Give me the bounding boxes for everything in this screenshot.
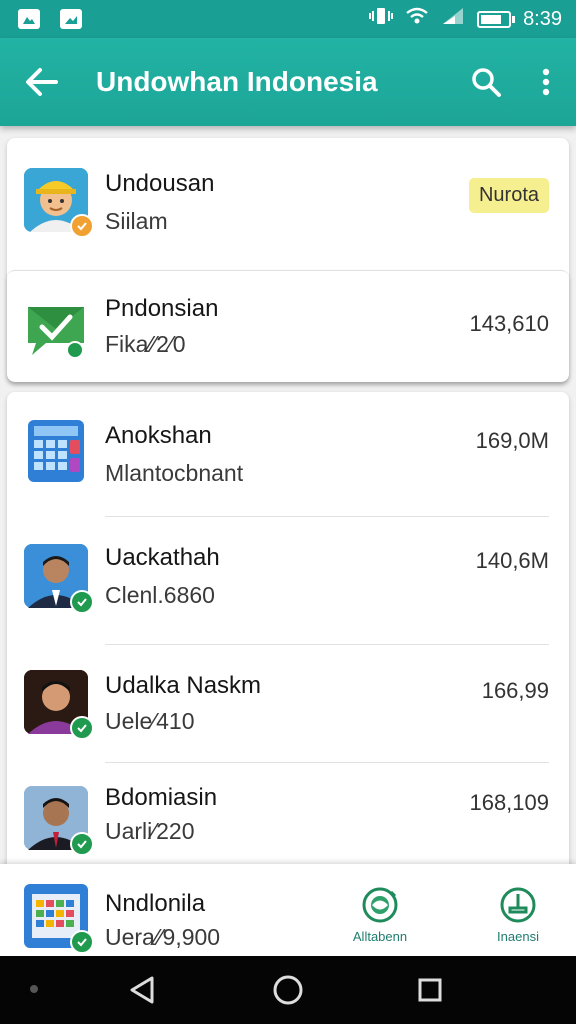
person-avatar: [24, 786, 94, 856]
system-nav-bar: [0, 956, 576, 1024]
list-card: Anokshan Mlantocbnant 169,0M Uackathah C…: [7, 392, 569, 864]
check-badge: [66, 341, 84, 359]
item-name: Udalka Naskm: [105, 672, 262, 699]
item-value: 166,99: [481, 678, 549, 703]
bottom-bar: Nndlonila Uera⁄⁄9,900 Alltabenn Inaensi: [0, 864, 576, 956]
bottom-action-2[interactable]: Inaensi: [480, 886, 556, 944]
bottom-item-subtitle: Uera⁄⁄9,900: [105, 924, 221, 950]
calendar-grid-icon: [24, 884, 94, 954]
circle-home-icon: [273, 975, 303, 1005]
item-list: Undousan Siilam Nurota Pndonsian Fika⁄⁄2…: [0, 126, 576, 864]
stand-icon: [500, 887, 536, 923]
message-check-icon: [24, 297, 88, 361]
item-subtitle: Mlantocbnant: [105, 460, 244, 486]
nav-recents-button[interactable]: [412, 972, 448, 1013]
item-subtitle: Uele⁄410: [105, 708, 195, 734]
image-icon: [18, 9, 40, 29]
status-tag: Nurota: [468, 178, 549, 213]
status-badge: [70, 214, 94, 238]
photo-icon: [60, 9, 82, 29]
worker-avatar: [24, 168, 94, 238]
signal-icon: [441, 6, 465, 32]
item-name: Undousan: [105, 170, 215, 197]
back-button[interactable]: [0, 38, 84, 126]
back-arrow-icon: [26, 68, 58, 96]
item-value: 143,610: [469, 311, 549, 336]
page-title: Undowhan Indonesia: [96, 66, 378, 97]
item-value: 168,109: [469, 790, 549, 815]
search-button[interactable]: [456, 38, 516, 126]
battery-icon: [477, 10, 516, 28]
list-item[interactable]: Bdomiasin Uarli⁄220 168,109: [7, 762, 569, 864]
bottom-item-name: Nndlonila: [105, 890, 206, 917]
verified-badge: [70, 832, 94, 856]
item-value: 169,0M: [475, 428, 549, 453]
item-subtitle: Clenl.6860: [105, 582, 215, 608]
bottom-action-label: Inaensi: [497, 929, 539, 944]
calculator-icon: [24, 418, 88, 482]
list-item[interactable]: Uackathah Clenl.6860 140,6M: [7, 516, 569, 644]
verified-badge: [70, 716, 94, 740]
nav-home-button[interactable]: [270, 972, 306, 1013]
more-vert-icon: [542, 68, 550, 96]
person-avatar: [24, 544, 94, 614]
vibrate-icon: [369, 6, 394, 32]
search-icon: [472, 68, 501, 97]
triangle-back-icon: [130, 976, 154, 1004]
status-bar: 8:39: [0, 0, 576, 38]
bottom-action-1[interactable]: Alltabenn: [342, 886, 418, 944]
wifi-icon: [405, 6, 429, 32]
verified-badge: [70, 930, 94, 954]
item-name: Bdomiasin: [105, 784, 218, 811]
person-avatar: [24, 670, 94, 740]
list-item[interactable]: Pndonsian Fika⁄⁄2⁄0 143,610: [7, 270, 569, 382]
list-item[interactable]: Udalka Naskm Uele⁄410 166,99: [7, 644, 569, 762]
nav-dot: [30, 985, 38, 993]
list-item[interactable]: Undousan Siilam Nurota: [7, 138, 569, 270]
verified-badge: [70, 590, 94, 614]
app-bar: Undowhan Indonesia: [0, 38, 576, 126]
more-options-button[interactable]: [516, 38, 576, 126]
item-subtitle: Siilam: [105, 208, 168, 234]
item-name: Anokshan: [105, 422, 212, 449]
nav-back-button[interactable]: [124, 972, 160, 1013]
item-subtitle: Fika⁄⁄2⁄0: [105, 331, 186, 357]
item-name: Uackathah: [105, 544, 220, 571]
status-time: 8:39: [523, 7, 562, 30]
item-value: 140,6M: [475, 548, 549, 573]
item-subtitle: Uarli⁄220: [105, 818, 195, 844]
globe-hand-icon: [362, 887, 398, 923]
bottom-action-label: Alltabenn: [352, 929, 408, 944]
list-item[interactable]: Anokshan Mlantocbnant 169,0M: [7, 392, 569, 516]
square-recents-icon: [418, 978, 442, 1002]
top-card: Undousan Siilam Nurota Pndonsian Fika⁄⁄2…: [7, 138, 569, 382]
item-name: Pndonsian: [105, 295, 219, 322]
